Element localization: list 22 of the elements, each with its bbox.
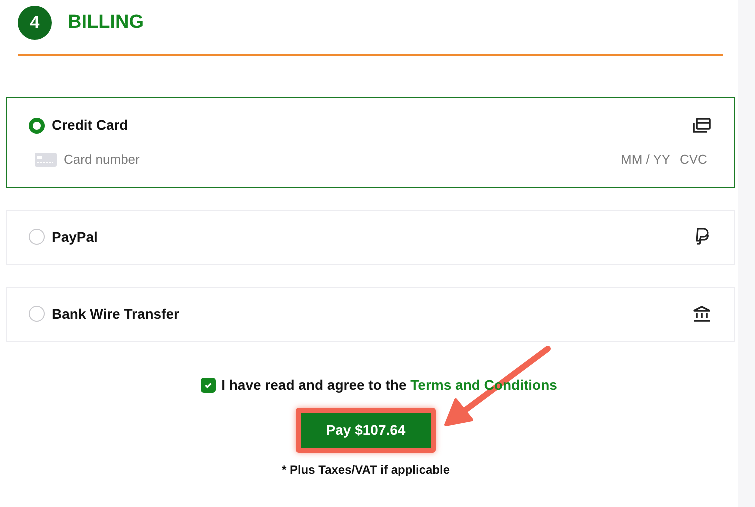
option-label: Bank Wire Transfer	[52, 304, 180, 324]
payment-option[interactable]: Credit Card Card number MM / YY CVC	[6, 97, 735, 188]
section-title: BILLING	[68, 10, 144, 35]
tax-note: * Plus Taxes/VAT if applicable	[280, 462, 452, 478]
paypal-icon	[694, 227, 712, 247]
cvc-field[interactable]: CVC	[680, 150, 712, 170]
radio-button[interactable]	[29, 306, 45, 322]
expiry-field[interactable]: MM / YY	[621, 150, 677, 170]
pay-button[interactable]: Pay $107.64	[301, 412, 431, 448]
radio-button[interactable]	[29, 229, 45, 245]
payment-option[interactable]: PayPal	[6, 210, 735, 264]
option-label: Credit Card	[52, 116, 128, 135]
check-icon	[204, 380, 213, 390]
bank-icon	[692, 305, 712, 323]
cards-icon	[692, 116, 712, 134]
card-icon	[35, 152, 57, 167]
option-label: PayPal	[52, 228, 98, 247]
payment-option[interactable]: Bank Wire Transfer	[6, 286, 735, 342]
step-number: 4	[18, 6, 52, 40]
card-number-field[interactable]: Card number	[64, 150, 264, 170]
agree-checkbox[interactable]	[200, 378, 216, 392]
radio-button[interactable]	[29, 118, 45, 134]
